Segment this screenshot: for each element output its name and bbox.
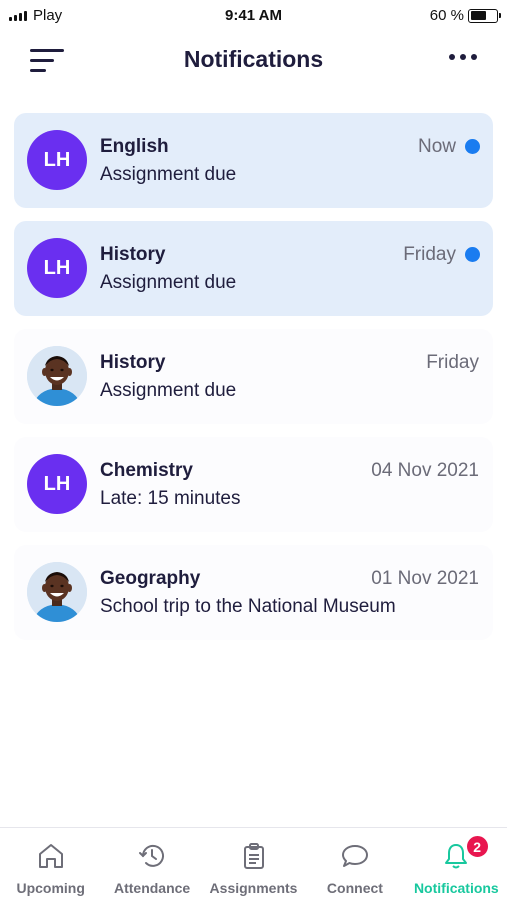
notification-message: Late: 15 minutes (100, 488, 241, 509)
more-options-button[interactable] (449, 54, 477, 60)
tab-attendance[interactable]: Attendance (101, 828, 202, 900)
notifications-list: LH English Assignment due Now LH History Assig… (14, 113, 493, 653)
notification-date: Friday (403, 244, 456, 265)
more-dots-icon (449, 54, 455, 60)
tab-connect[interactable]: Connect (304, 828, 405, 900)
chat-bubble-icon (340, 828, 370, 876)
tab-label: Connect (326, 880, 383, 896)
notification-item[interactable]: LH English Assignment due Now (14, 113, 493, 208)
notification-date: 01 Nov 2021 (371, 568, 479, 589)
avatar-photo (27, 562, 87, 622)
unread-dot-icon (465, 247, 480, 262)
tab-label: Assignments (209, 880, 298, 896)
notification-subject: History (100, 244, 166, 265)
tab-label: Notifications (413, 880, 499, 896)
notification-item[interactable]: Geography School trip to the National Mus… (14, 545, 493, 640)
clipboard-icon (239, 828, 269, 876)
notification-subject: English (100, 136, 169, 157)
tab-assignments[interactable]: Assignments (203, 828, 304, 900)
notification-message: Assignment due (100, 272, 237, 293)
avatar-initials: LH (27, 130, 87, 190)
avatar-initials: LH (27, 454, 87, 514)
notification-date: Friday (426, 352, 479, 373)
tab-upcoming[interactable]: Upcoming (0, 828, 101, 900)
notification-date: 04 Nov 2021 (371, 460, 479, 481)
tab-bar: Upcoming Attendance Assignments Connect Noti… (0, 827, 507, 900)
avatar-initials: LH (27, 238, 87, 298)
notification-item[interactable]: History Assignment due Friday (14, 329, 493, 424)
tab-notifications[interactable]: Notifications 2 (406, 828, 507, 900)
history-clock-icon (137, 828, 167, 876)
notification-subject: Chemistry (100, 460, 193, 481)
battery-percent: 60 % (429, 7, 464, 24)
notification-message: Assignment due (100, 164, 237, 185)
menu-button[interactable] (28, 47, 66, 75)
notification-date: Now (417, 136, 456, 157)
header: Notifications (0, 35, 507, 87)
status-right: 60 % (429, 7, 501, 24)
notification-count-badge: 2 (464, 834, 490, 859)
battery-icon (468, 8, 501, 23)
notification-item[interactable]: LH History Assignment due Friday (14, 221, 493, 316)
menu-lines-icon (30, 49, 64, 52)
notification-message: School trip to the National Museum (100, 596, 396, 617)
page-title: Notifications (183, 46, 324, 72)
avatar-photo (27, 346, 87, 406)
notification-subject: Geography (100, 568, 201, 589)
notification-message: Assignment due (100, 380, 237, 401)
status-bar: Play 9:41 AM 60 % (0, 0, 507, 32)
tab-label: Attendance (113, 880, 191, 896)
notification-item[interactable]: LH Chemistry Late: 15 minutes 04 Nov 2021 (14, 437, 493, 532)
unread-dot-icon (465, 139, 480, 154)
tab-label: Upcoming (16, 880, 85, 896)
home-icon (36, 828, 66, 876)
notification-subject: History (100, 352, 166, 373)
